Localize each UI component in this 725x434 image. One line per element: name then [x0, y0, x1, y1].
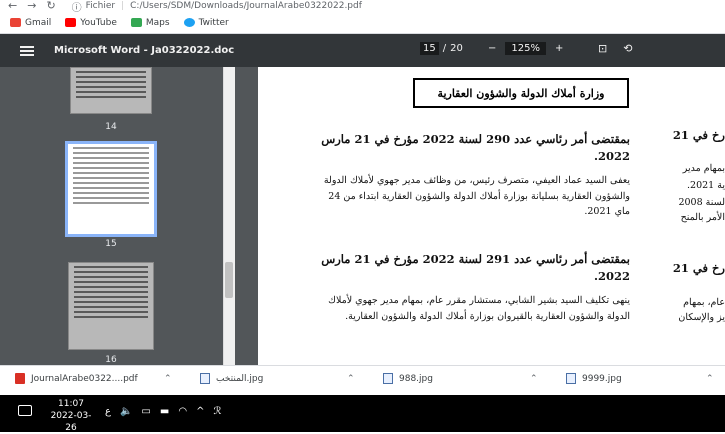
chevron-up-icon[interactable]: ⌃: [530, 374, 538, 384]
view-tools: ⊡ ⟲: [598, 42, 632, 55]
document-title: Microsoft Word - Ja0322022.doc: [54, 45, 235, 56]
decree-body: ينهى تكليف السيد بشير الشابي، مستشار مقر…: [328, 295, 630, 322]
chevron-up-icon[interactable]: ⌃: [164, 374, 172, 384]
clock-date: 2022-03-26: [50, 411, 92, 433]
image-file-icon: [200, 373, 210, 384]
download-item[interactable]: المنتخب.jpg: [200, 373, 263, 384]
clock[interactable]: 11:07 2022-03-26: [46, 398, 96, 434]
wifi-icon[interactable]: ◠: [178, 406, 187, 417]
right-column-fragment: بمهام مدير: [682, 163, 725, 174]
download-item[interactable]: 9999.jpg: [566, 373, 622, 384]
right-column-fragment: يز والإسكان: [678, 312, 725, 323]
thumbnail-page-15[interactable]: [65, 141, 157, 237]
zoom-level-input[interactable]: 125%: [505, 42, 546, 55]
gmail-icon: [10, 18, 21, 27]
zoom-out-button[interactable]: −: [488, 43, 496, 54]
chevron-up-icon[interactable]: ⌃: [347, 374, 355, 384]
decree-body: يعفى السيد عماد العيفي، متصرف رئيس، من و…: [323, 175, 630, 217]
zoom-controls: − 125% +: [488, 42, 563, 55]
pdf-file-icon: [15, 373, 25, 384]
taskbar: 11:07 2022-03-26 ع 🔈 ▭ ▬ ◠ ^ ℛ: [0, 395, 725, 434]
clock-time: 11:07: [58, 399, 84, 409]
youtube-icon: [65, 18, 77, 27]
maps-icon: [130, 18, 142, 27]
decree-heading: بمقتضى أمر رئاسي عدد 290 لسنة 2022 مؤرخ …: [321, 132, 630, 163]
menu-icon[interactable]: [20, 44, 34, 58]
current-page-input[interactable]: 15: [420, 42, 439, 55]
bookmark-label: Maps: [145, 17, 170, 28]
download-filename: JournalArabe0322....pdf: [31, 373, 138, 384]
image-file-icon: [566, 373, 576, 384]
bookmark-label: Twitter: [198, 17, 229, 28]
right-column-fragment: رخ في 21: [672, 128, 725, 142]
address-bar: ← → ↻ ⓘ Fichier | C:/Users/SDM/Downloads…: [0, 0, 725, 14]
download-item[interactable]: JournalArabe0322....pdf: [15, 373, 138, 384]
ministry-header: وزارة أملاك الدولة والشؤون العقارية: [413, 78, 629, 108]
download-item[interactable]: 988.jpg: [383, 373, 433, 384]
zoom-in-button[interactable]: +: [555, 43, 563, 54]
bookmark-label: YouTube: [80, 17, 117, 28]
thumbnail-label: 15: [105, 239, 117, 249]
sidebar-scrollbar[interactable]: [223, 67, 235, 365]
total-pages: 20: [450, 43, 463, 54]
bookmark-youtube[interactable]: YouTube: [65, 18, 117, 28]
right-column-fragment: ية 2021.: [687, 180, 725, 191]
bookmark-maps[interactable]: Maps: [130, 17, 170, 28]
right-column-fragment: لسنة 2008: [678, 197, 725, 208]
bookmark-gmail[interactable]: Gmail: [10, 18, 51, 28]
download-filename: 988.jpg: [399, 373, 433, 384]
site-info-label[interactable]: Fichier: [86, 1, 115, 11]
volume-icon[interactable]: 🔈: [120, 406, 132, 417]
fit-page-icon[interactable]: ⊡: [598, 42, 607, 55]
thumbnail-label: 14: [105, 122, 117, 132]
document-page: وزارة أملاك الدولة والشؤون العقارية بمقت…: [258, 67, 725, 365]
bookmark-twitter[interactable]: Twitter: [183, 17, 229, 28]
url-text[interactable]: C:/Users/SDM/Downloads/JournalArabe03220…: [130, 1, 362, 11]
notification-icon[interactable]: [18, 405, 32, 416]
system-tray: ع 🔈 ▭ ▬ ◠ ^ ℛ: [105, 406, 221, 417]
thumbnail-label: 16: [105, 355, 117, 365]
twitter-icon: [183, 18, 195, 27]
reload-icon[interactable]: ↻: [46, 0, 55, 12]
rotate-icon[interactable]: ⟲: [623, 42, 632, 55]
download-filename: المنتخب.jpg: [216, 373, 264, 384]
thumbnail-page-16[interactable]: [68, 262, 154, 350]
image-file-icon: [383, 373, 393, 384]
bookmark-label: Gmail: [25, 17, 52, 28]
decree-heading: بمقتضى أمر رئاسي عدد 291 لسنة 2022 مؤرخ …: [321, 252, 630, 283]
viewer-gutter: [235, 67, 258, 365]
bookmarks-bar: Gmail YouTube Maps Twitter: [0, 12, 725, 34]
chevron-up-icon[interactable]: ⌃: [706, 374, 714, 384]
right-column-fragment: عام، بمهام: [683, 297, 725, 308]
right-column-fragment: رخ في 21: [672, 261, 725, 275]
thumbnail-sidebar: 14 15 16: [0, 67, 235, 365]
battery-icon[interactable]: ▬: [160, 406, 169, 417]
back-icon[interactable]: ←: [8, 0, 17, 12]
thumbnail-page-14[interactable]: [70, 67, 152, 114]
people-icon[interactable]: ℛ: [213, 406, 221, 417]
right-column-fragment: الأمر بالمنح: [680, 212, 725, 223]
download-filename: 9999.jpg: [582, 373, 622, 384]
page-indicator: 15 / 20: [420, 42, 463, 55]
forward-icon[interactable]: →: [27, 0, 36, 12]
sidebar-scroll-thumb[interactable]: [225, 262, 233, 298]
network-icon[interactable]: ▭: [141, 406, 150, 417]
page-separator: /: [442, 43, 447, 54]
language-indicator[interactable]: ع: [105, 406, 111, 417]
chevron-up-icon[interactable]: ^: [196, 406, 204, 417]
